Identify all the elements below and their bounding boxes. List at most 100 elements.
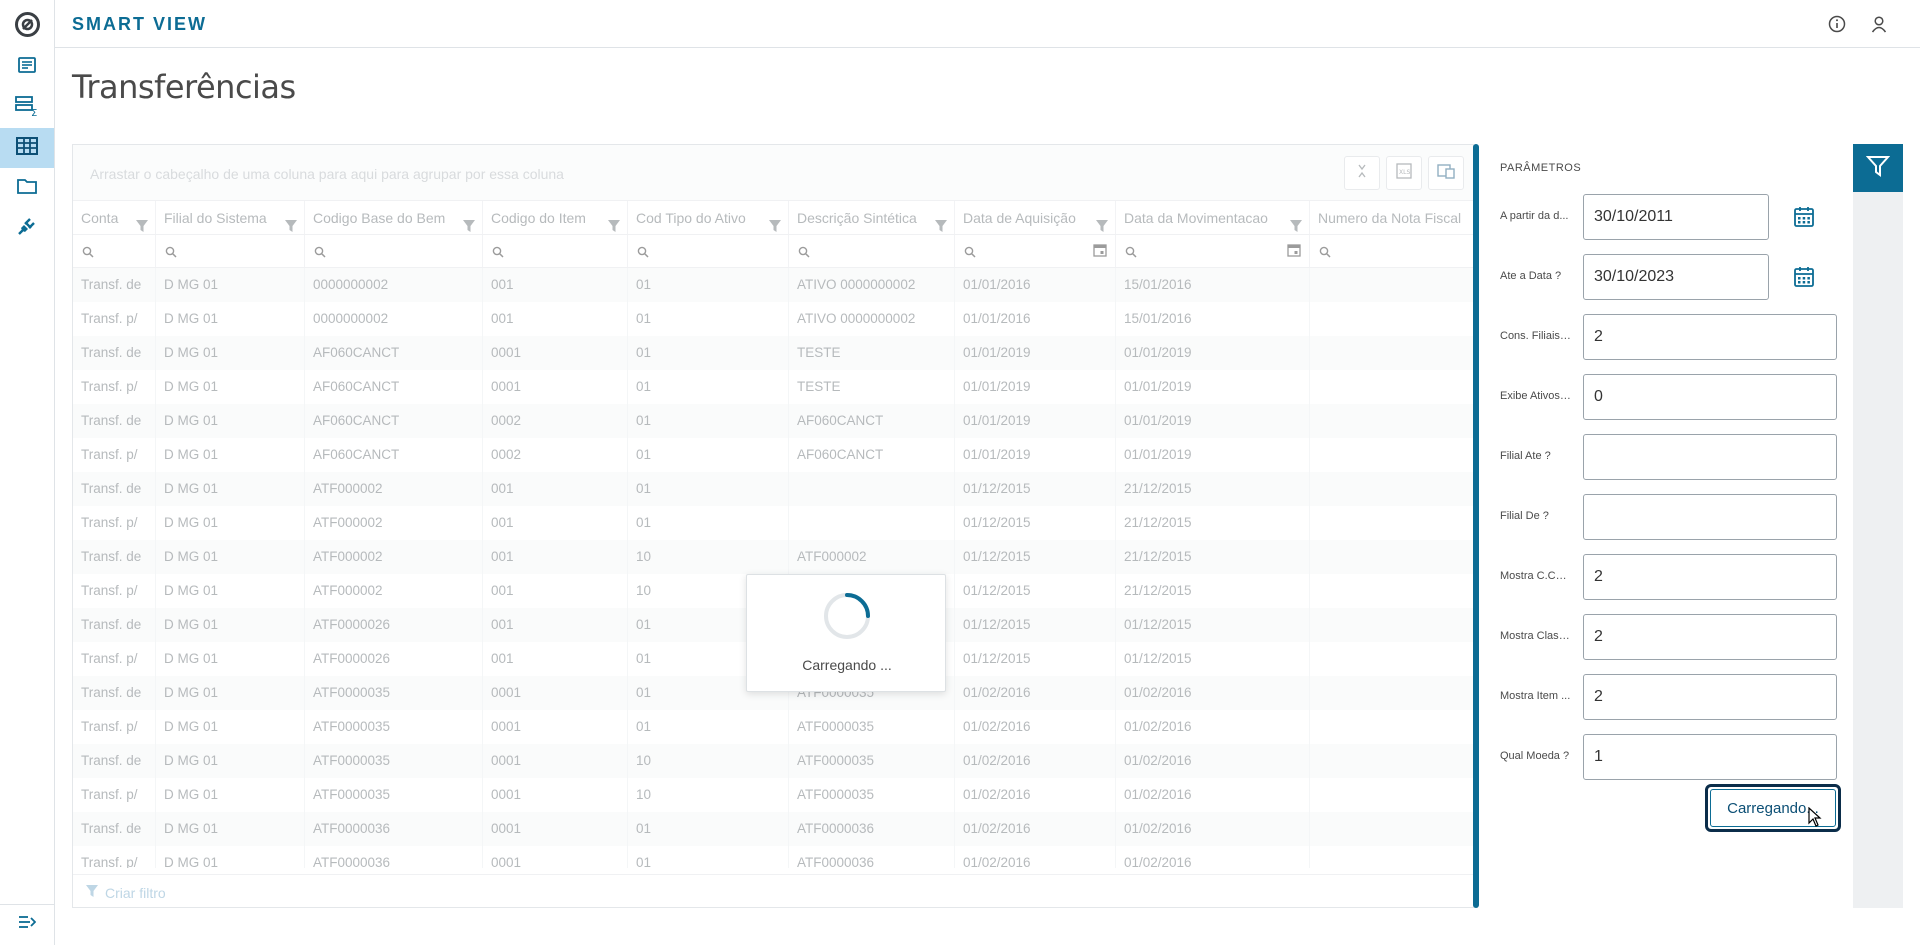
table-cell: ATF0000036: [305, 846, 483, 868]
parameter-input[interactable]: 0: [1583, 374, 1837, 420]
expand-menu-button[interactable]: [0, 904, 54, 944]
table-cell: 01: [628, 438, 789, 472]
table-row[interactable]: Transf. de D MG 01 AF060CANCT 0002 01 AF060CA…: [73, 404, 1473, 438]
app-logo-icon[interactable]: [14, 11, 41, 38]
table-cell: Transf. p/: [73, 710, 156, 744]
table-row[interactable]: Transf. de D MG 01 ATF000002 001 10 ATF000002…: [73, 540, 1473, 574]
parameter-input[interactable]: [1583, 434, 1837, 480]
column-filter-input[interactable]: [73, 235, 156, 267]
svg-text:Σ: Σ: [31, 108, 37, 117]
table-cell: 01/12/2015: [955, 472, 1116, 506]
panel-splitter[interactable]: [1473, 144, 1479, 908]
info-icon[interactable]: [1827, 14, 1847, 34]
table-cell: Transf. p/: [73, 370, 156, 404]
column-header[interactable]: Cod Tipo do Ativo: [628, 201, 789, 234]
table-cell: 0000000002: [305, 302, 483, 336]
table-cell: 001: [483, 302, 628, 336]
filter-panel-toggle[interactable]: [1853, 144, 1903, 192]
user-icon[interactable]: [1869, 14, 1889, 34]
export-xls-button[interactable]: XLS: [1386, 156, 1422, 190]
nav-plug[interactable]: [0, 208, 54, 248]
create-filter-button[interactable]: Criar filtro: [85, 884, 166, 901]
column-filter-icon[interactable]: [934, 211, 948, 234]
table-cell: 21/12/2015: [1116, 506, 1310, 540]
column-filter-icon[interactable]: [135, 211, 149, 234]
column-header[interactable]: Data de Aquisição: [955, 201, 1116, 234]
table-row[interactable]: Transf. de D MG 01 ATF000002 001 01 01/12/201…: [73, 472, 1473, 506]
column-chooser-button[interactable]: [1428, 156, 1464, 190]
table-cell: 0001: [483, 744, 628, 778]
column-filter-input[interactable]: [1310, 235, 1473, 267]
table-row[interactable]: Transf. de D MG 01 ATF0000036 0001 01 ATF0000…: [73, 812, 1473, 846]
parameter-input[interactable]: 30/10/2011: [1583, 194, 1769, 240]
grid-body: Transf. de D MG 01 0000000002 001 01 ATIVO 00…: [73, 268, 1473, 868]
parameter-input[interactable]: 2: [1583, 674, 1837, 720]
table-cell: [1310, 744, 1473, 778]
table-cell: 01: [628, 336, 789, 370]
calendar-icon[interactable]: [1093, 243, 1107, 262]
table-row[interactable]: Transf. p/D MG 01 0000000002 001 01 ATIVO 00…: [73, 302, 1473, 336]
group-panel[interactable]: Arrastar o cabeçalho de uma coluna para …: [73, 145, 1473, 201]
column-filter-input[interactable]: [628, 235, 789, 267]
parameter-input[interactable]: 2: [1583, 554, 1837, 600]
parameter-input[interactable]: 2: [1583, 614, 1837, 660]
table-row[interactable]: Transf. p/D MG 01 AF060CANCT 0001 01 TESTE 01…: [73, 370, 1473, 404]
nav-sum-list[interactable]: Σ: [0, 88, 54, 128]
table-cell: [1310, 438, 1473, 472]
collapse-button[interactable]: [1344, 156, 1380, 190]
table-cell: AF060CANCT: [305, 370, 483, 404]
column-header[interactable]: Codigo do Item: [483, 201, 628, 234]
column-filter-input[interactable]: [305, 235, 483, 267]
table-row[interactable]: Transf. p/D MG 01 ATF0000035 0001 01 ATF0000…: [73, 710, 1473, 744]
column-filter-icon[interactable]: [1095, 211, 1109, 234]
table-row[interactable]: Transf. de D MG 01 ATF0000035 0001 10 ATF0000…: [73, 744, 1473, 778]
parameter-input[interactable]: 2: [1583, 314, 1837, 360]
nav-table[interactable]: [0, 128, 54, 168]
parameter-label: Mostra C.Cus...: [1500, 570, 1572, 582]
column-filter-icon[interactable]: [768, 211, 782, 234]
column-filter-icon[interactable]: [607, 211, 621, 234]
column-filter-input[interactable]: [483, 235, 628, 267]
table-cell: 0000000002: [305, 268, 483, 302]
calendar-icon[interactable]: [1793, 206, 1815, 233]
parameter-input[interactable]: [1583, 494, 1837, 540]
table-cell: AF060CANCT: [305, 336, 483, 370]
table-row[interactable]: Transf. de D MG 01 0000000002 001 01 ATIVO 00…: [73, 268, 1473, 302]
nav-folder[interactable]: [0, 168, 54, 208]
parameter-row: Cons. Filiais ... 2: [1480, 314, 1853, 360]
column-header[interactable]: Descrição Sintética: [789, 201, 955, 234]
parameter-input[interactable]: 30/10/2023: [1583, 254, 1769, 300]
column-filter-icon[interactable]: [1289, 211, 1303, 234]
table-cell: D MG 01: [156, 812, 305, 846]
column-header[interactable]: Conta: [73, 201, 156, 234]
column-header[interactable]: Numero da Nota Fiscal: [1310, 201, 1473, 234]
table-row[interactable]: Transf. p/D MG 01 ATF0000035 0001 10 ATF0000…: [73, 778, 1473, 812]
parameter-row: Exibe Ativos ... 0: [1480, 374, 1853, 420]
column-header[interactable]: Data da Movimentacao: [1116, 201, 1310, 234]
calendar-icon[interactable]: [1287, 243, 1301, 262]
parameter-row: A partir da d... 30/10/2011: [1480, 194, 1853, 240]
table-cell: AF060CANCT: [789, 404, 955, 438]
column-header[interactable]: Codigo Base do Bem: [305, 201, 483, 234]
calendar-icon[interactable]: [1793, 266, 1815, 293]
column-filter-input[interactable]: [156, 235, 305, 267]
column-filter-icon[interactable]: [462, 211, 476, 234]
search-icon: [1319, 245, 1331, 263]
table-row[interactable]: Transf. p/D MG 01 AF060CANCT 0002 01 AF060CA…: [73, 438, 1473, 472]
parameter-row: Mostra Item ... 2: [1480, 674, 1853, 720]
column-filter-input[interactable]: [955, 235, 1116, 267]
column-filter-icon[interactable]: [284, 211, 298, 234]
parameter-input[interactable]: 1: [1583, 734, 1837, 780]
nav-report[interactable]: [0, 48, 54, 88]
table-row[interactable]: Transf. p/D MG 01 ATF0000036 0001 01 ATF0000…: [73, 846, 1473, 868]
table-row[interactable]: Transf. p/D MG 01 ATF000002 001 01 01/12/201…: [73, 506, 1473, 540]
column-filter-input[interactable]: [789, 235, 955, 267]
table-cell: D MG 01: [156, 744, 305, 778]
search-icon: [165, 245, 177, 263]
table-cell: 001: [483, 506, 628, 540]
column-filter-input[interactable]: [1116, 235, 1310, 267]
column-header[interactable]: Filial do Sistema: [156, 201, 305, 234]
table-cell: Transf. p/: [73, 846, 156, 868]
table-row[interactable]: Transf. de D MG 01 AF060CANCT 0001 01 TESTE 01…: [73, 336, 1473, 370]
table-cell: 01/12/2015: [955, 642, 1116, 676]
